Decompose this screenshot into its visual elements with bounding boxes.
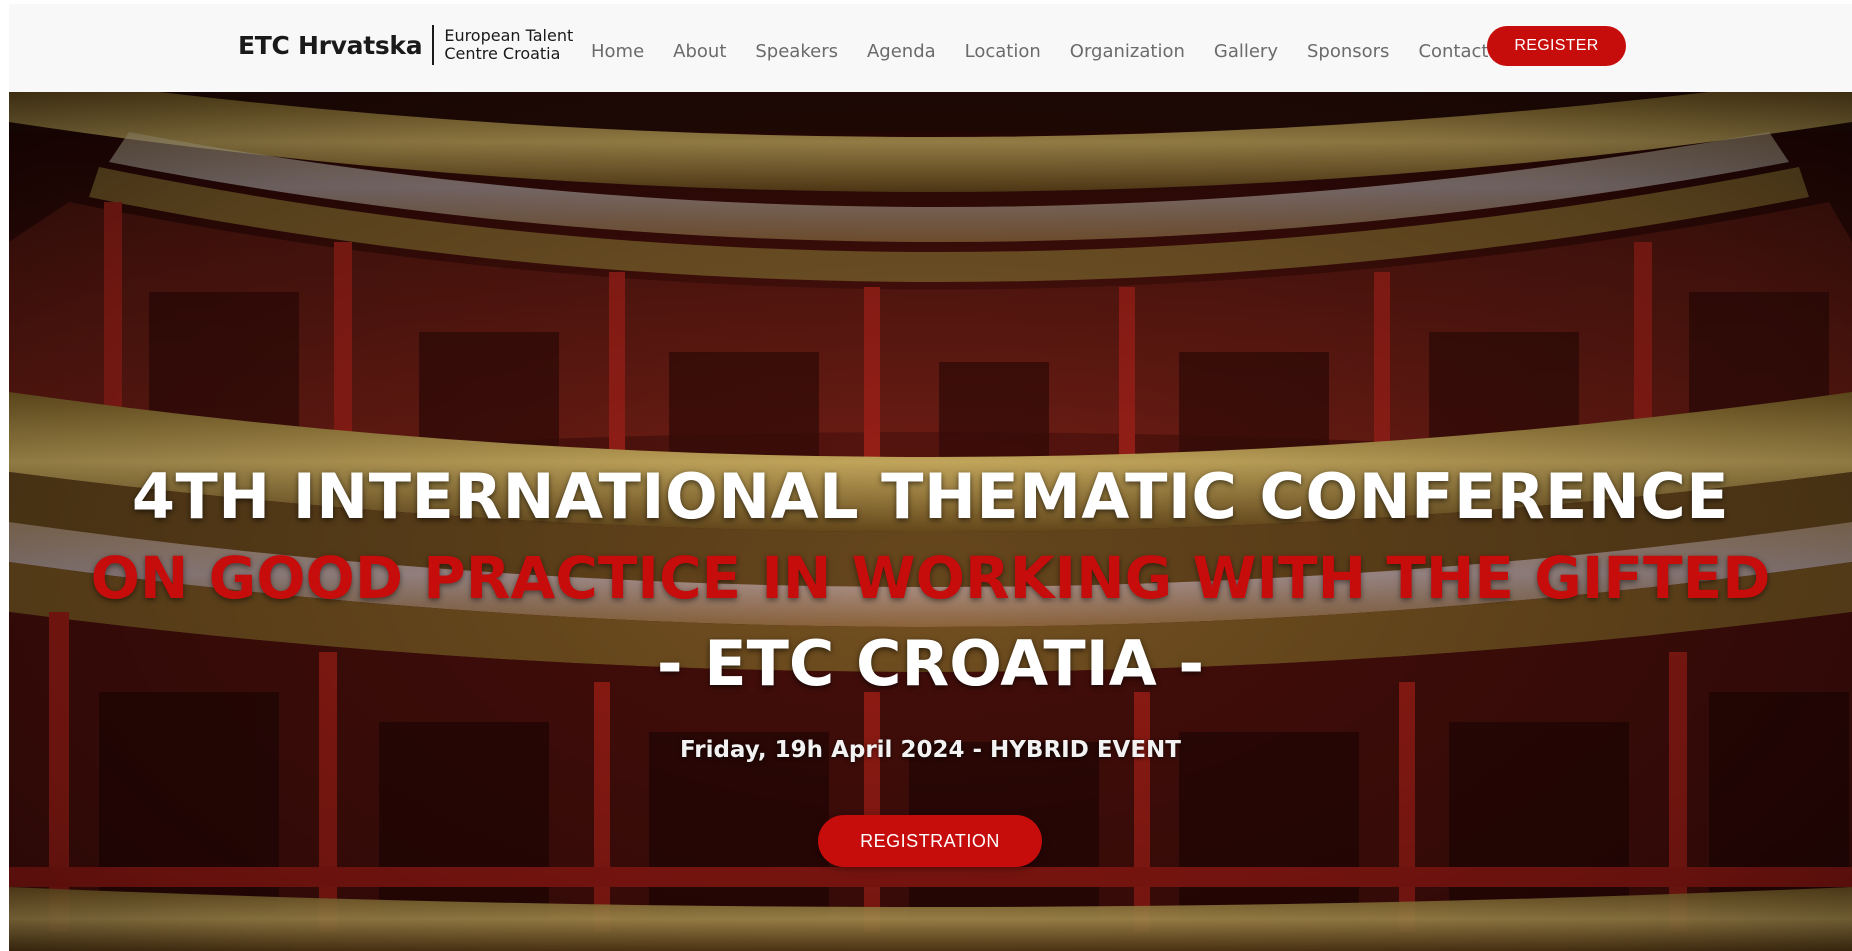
logo-main-text: ETC Hrvatska: [238, 30, 423, 60]
hero-title-line1: 4TH INTERNATIONAL THEMATIC CONFERENCE: [131, 460, 1730, 533]
nav-item-speakers[interactable]: Speakers: [755, 41, 838, 62]
nav-item-contact[interactable]: Contact: [1418, 41, 1488, 62]
nav-item-organization[interactable]: Organization: [1070, 41, 1185, 62]
page: ETC Hrvatska European Talent Centre Croa…: [0, 0, 1852, 951]
nav-item-about[interactable]: About: [673, 41, 726, 62]
hero-title-line2: ON GOOD PRACTICE IN WORKING WITH THE GIF…: [90, 544, 1771, 612]
hero-registration-button[interactable]: REGISTRATION: [818, 815, 1042, 867]
hero-section: 4TH INTERNATIONAL THEMATIC CONFERENCE ON…: [9, 92, 1852, 951]
site-logo[interactable]: ETC Hrvatska European Talent Centre Croa…: [238, 23, 573, 67]
logo-subtitle: European Talent Centre Croatia: [444, 27, 573, 63]
logo-subtitle-line1: European Talent: [444, 26, 574, 45]
site-header: ETC Hrvatska European Talent Centre Croa…: [9, 4, 1852, 93]
nav-item-sponsors[interactable]: Sponsors: [1307, 41, 1389, 62]
header-register-button[interactable]: REGISTER: [1487, 26, 1626, 66]
logo-divider: [432, 25, 435, 65]
main-nav: Home About Speakers Agenda Location Orga…: [591, 28, 1517, 74]
nav-item-home[interactable]: Home: [591, 41, 644, 62]
nav-item-location[interactable]: Location: [965, 41, 1041, 62]
hero-content: 4TH INTERNATIONAL THEMATIC CONFERENCE ON…: [9, 92, 1852, 951]
nav-item-gallery[interactable]: Gallery: [1214, 41, 1278, 62]
nav-item-agenda[interactable]: Agenda: [867, 41, 936, 62]
hero-event-date: Friday, 19h April 2024 - HYBRID EVENT: [679, 737, 1181, 763]
hero-title-line3: - ETC CROATIA -: [656, 627, 1205, 700]
logo-subtitle-line2: Centre Croatia: [444, 44, 561, 63]
